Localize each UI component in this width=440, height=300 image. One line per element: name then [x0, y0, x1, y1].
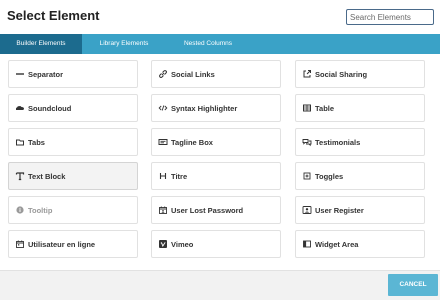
element-titre[interactable]: Titre	[151, 162, 281, 190]
dialog-header: Select Element	[0, 0, 440, 34]
element-separator[interactable]: Separator	[8, 60, 138, 88]
element-label: Titre	[171, 172, 188, 181]
element-label: Social Sharing	[315, 70, 368, 79]
element-toggles[interactable]: Toggles	[295, 162, 425, 190]
element-user-lost-password[interactable]: User Lost Password	[151, 196, 281, 224]
text-T-icon	[15, 171, 25, 181]
element-tagline-box[interactable]: Tagline Box	[151, 128, 281, 156]
element-label: Text Block	[28, 172, 66, 181]
folder-tabs-icon	[15, 137, 25, 147]
element-label: Vimeo	[171, 240, 194, 249]
element-label: Syntax Highlighter	[171, 104, 238, 113]
element-table[interactable]: Table	[295, 94, 425, 122]
separator-icon	[15, 69, 25, 79]
user-register-icon	[302, 205, 312, 215]
element-label: Soundcloud	[28, 104, 72, 113]
dialog-title: Select Element	[7, 8, 100, 23]
tab-bar: Builder Elements Library Elements Nested…	[0, 34, 440, 59]
search-input[interactable]	[346, 9, 434, 25]
widget-area-icon	[302, 239, 312, 249]
element-label: Toggles	[315, 172, 344, 181]
element-label: Tooltip	[28, 206, 53, 215]
code-icon	[158, 103, 168, 113]
element-utilisateur-en-ligne[interactable]: Utilisateur en ligne	[8, 230, 138, 258]
element-label: Utilisateur en ligne	[28, 240, 96, 249]
link-icon	[158, 69, 168, 79]
speech-bubbles-icon	[302, 137, 312, 147]
element-text-block[interactable]: Text Block	[8, 162, 138, 190]
tagline-box-icon	[158, 137, 168, 147]
toggles-plus-icon	[302, 171, 312, 181]
vimeo-icon	[158, 239, 168, 249]
element-label: Tabs	[28, 138, 45, 147]
element-testimonials[interactable]: Testimonials	[295, 128, 425, 156]
cancel-button[interactable]: CANCEL	[388, 274, 438, 296]
external-share-icon	[302, 69, 312, 79]
element-user-register[interactable]: User Register	[295, 196, 425, 224]
tab-library-elements[interactable]: Library Elements	[82, 34, 166, 54]
calendar-icon	[15, 239, 25, 249]
element-label: User Register	[315, 206, 364, 215]
element-label: Testimonials	[315, 138, 361, 147]
element-social-sharing[interactable]: Social Sharing	[295, 60, 425, 88]
element-tabs[interactable]: Tabs	[8, 128, 138, 156]
element-tooltip[interactable]: Tooltip	[8, 196, 138, 224]
info-circle-icon	[15, 205, 25, 215]
element-soundcloud[interactable]: Soundcloud	[8, 94, 138, 122]
element-label: Widget Area	[315, 240, 359, 249]
calendar-user-icon	[158, 205, 168, 215]
element-label: Table	[315, 104, 335, 113]
soundcloud-icon	[15, 103, 25, 113]
heading-H-icon	[158, 171, 168, 181]
element-label: Tagline Box	[171, 138, 213, 147]
element-widget-area[interactable]: Widget Area	[295, 230, 425, 258]
element-label: Social Links	[171, 70, 215, 79]
element-syntax-highlighter[interactable]: Syntax Highlighter	[151, 94, 281, 122]
element-label: User Lost Password	[171, 206, 244, 215]
table-icon	[302, 103, 312, 113]
element-vimeo[interactable]: Vimeo	[151, 230, 281, 258]
dialog-footer: CANCEL	[0, 270, 440, 300]
element-label: Separator	[28, 70, 64, 79]
tab-nested-columns[interactable]: Nested Columns	[166, 34, 250, 54]
element-social-links[interactable]: Social Links	[151, 60, 281, 88]
elements-grid: Separator Social Links Social Sharing So…	[0, 54, 440, 270]
tab-builder-elements[interactable]: Builder Elements	[0, 34, 82, 54]
